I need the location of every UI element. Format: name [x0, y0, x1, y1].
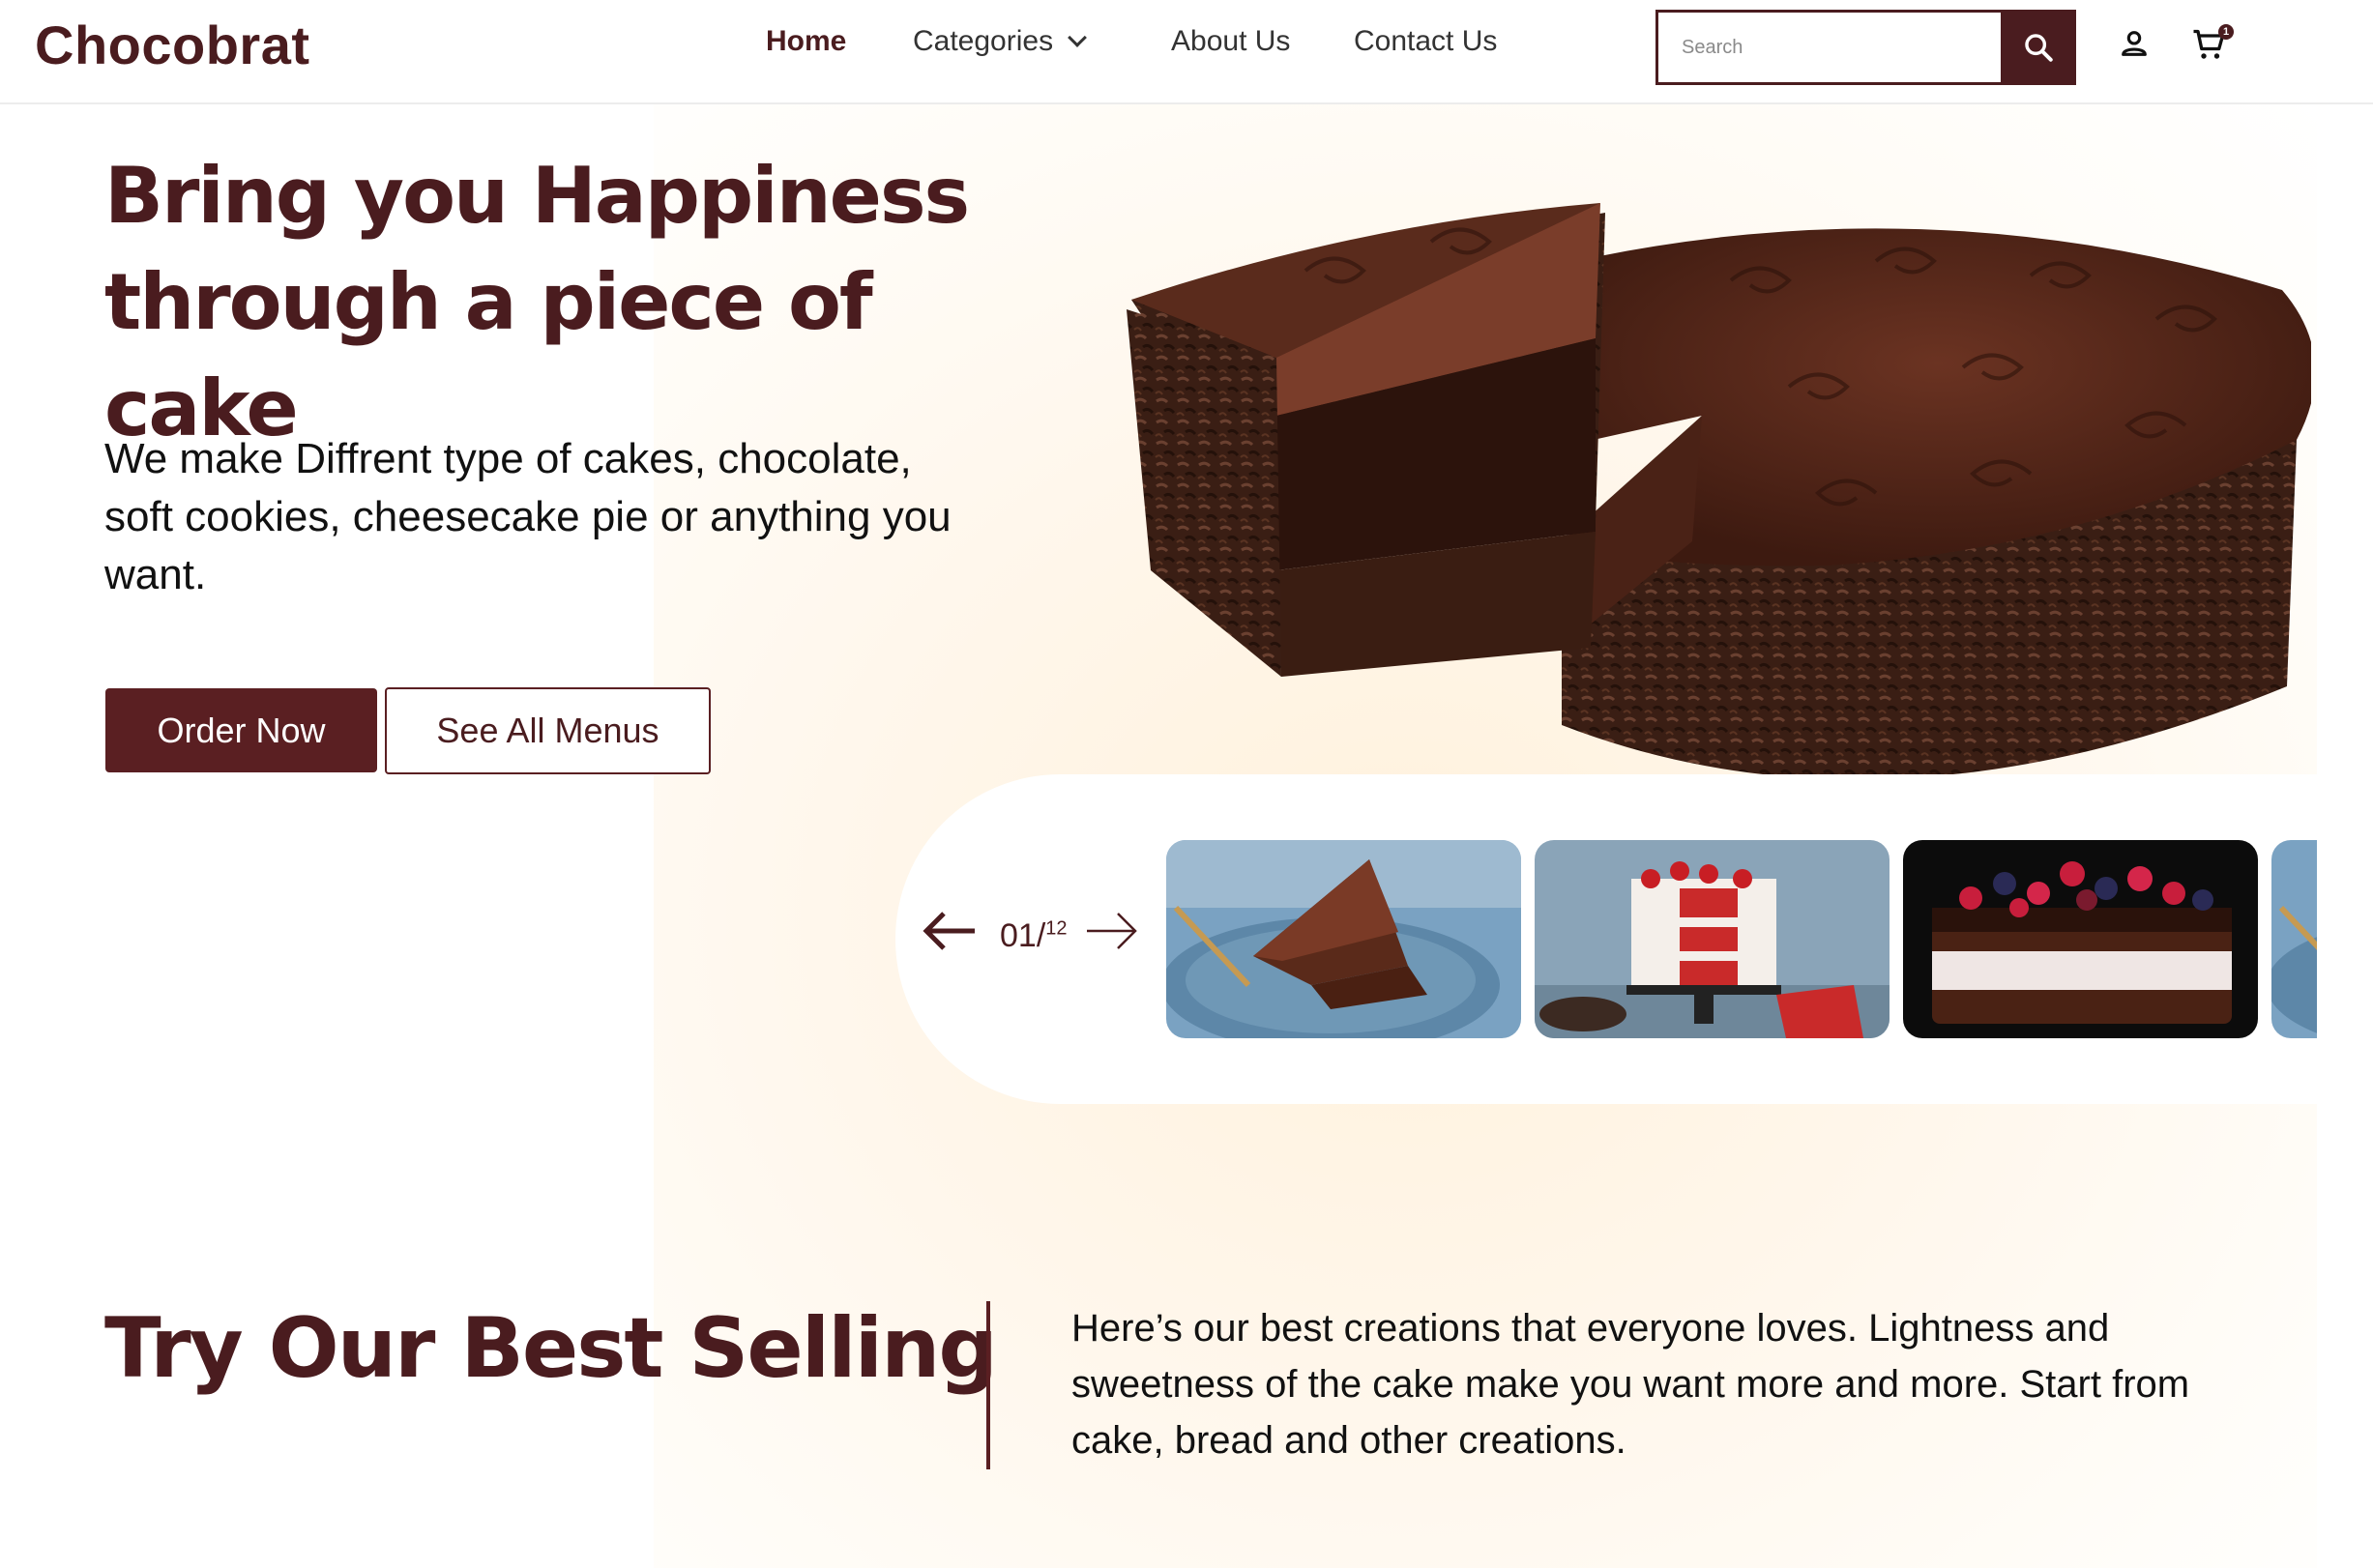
thumbnail-carousel: 01/12	[895, 774, 2317, 1104]
nav-about[interactable]: About Us	[1171, 25, 1290, 58]
arrow-right-icon[interactable]	[1085, 910, 1139, 952]
slide-total: 12	[1045, 917, 1068, 940]
thumbnail-chocolate-slice[interactable]	[1166, 840, 1521, 1038]
logo[interactable]: Chocobrat	[35, 14, 310, 76]
thumbnail-image	[1903, 840, 2258, 1038]
hero-title-line2: through a piece of cake	[104, 257, 873, 453]
thumbnail-image	[1535, 840, 1890, 1038]
hero-title: Bring you Happiness through a piece of c…	[104, 143, 1033, 462]
thumbnail-berry-cake[interactable]	[1903, 840, 2258, 1038]
nav-home[interactable]: Home	[766, 25, 846, 58]
nav-categories[interactable]: Categories	[913, 25, 1087, 58]
section-divider	[986, 1301, 990, 1469]
see-all-menus-button[interactable]: See All Menus	[385, 687, 711, 774]
hero-title-line1: Bring you Happiness	[104, 151, 970, 241]
user-icon[interactable]	[2118, 27, 2151, 60]
arrow-left-icon[interactable]	[923, 910, 977, 952]
search-input[interactable]	[1658, 13, 2002, 82]
best-selling-title: Try Our Best Selling	[104, 1300, 998, 1397]
hero-description: We make Diffrent type of cakes, chocolat…	[104, 435, 952, 598]
chevron-down-icon	[1068, 28, 1087, 47]
thumbnail-image	[1166, 840, 1521, 1038]
best-selling-description: Here’s our best creations that everyone …	[1071, 1307, 2190, 1462]
thumbnail-partial[interactable]	[2271, 840, 2317, 1038]
nav-contact[interactable]: Contact Us	[1354, 25, 1497, 58]
order-now-button[interactable]: Order Now	[105, 688, 377, 772]
thumbnail-image	[2271, 840, 2317, 1038]
nav-categories-label: Categories	[913, 25, 1054, 57]
slide-current: 01/	[1000, 917, 1046, 954]
slide-counter: 01/12	[1000, 917, 1068, 955]
search-icon	[2025, 34, 2053, 62]
navbar: Chocobrat Home Categories About Us Conta…	[0, 0, 2373, 104]
cart-badge: 1	[2218, 24, 2234, 40]
search-button[interactable]	[2001, 10, 2076, 85]
thumbnail-red-velvet[interactable]	[1535, 840, 1890, 1038]
hero-cake-image	[1127, 203, 2311, 780]
search-box	[1655, 10, 2076, 85]
